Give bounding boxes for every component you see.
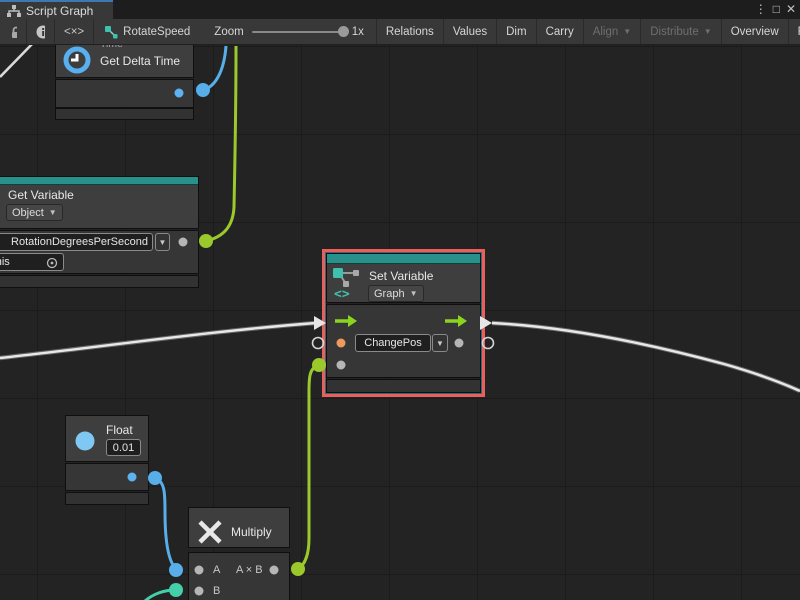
graph-asset-icon: [104, 25, 118, 39]
button-label: Distribute: [650, 26, 699, 38]
relations-button[interactable]: Relations: [376, 19, 443, 44]
proximity-port-right[interactable]: [483, 338, 494, 349]
window-menu-icon[interactable]: ⋮: [755, 0, 767, 19]
distribute-button[interactable]: Distribute ▼: [640, 19, 721, 44]
wire-endpoint-blue-top[interactable]: [196, 83, 210, 97]
zoom-label: Zoom: [214, 26, 243, 38]
zoom-slider-handle[interactable]: [338, 26, 349, 37]
zoom-slider[interactable]: [252, 31, 344, 33]
tab-bar: Script Graph ⋮ □ ✕: [0, 0, 800, 19]
proximity-port-left[interactable]: [313, 338, 324, 349]
dim-button[interactable]: Dim: [496, 19, 535, 44]
wire-endpoint-blue-multiply-a[interactable]: [169, 563, 183, 577]
overview-button[interactable]: Overview: [721, 19, 788, 44]
tab-script-graph[interactable]: Script Graph: [0, 0, 113, 19]
chevron-down-icon: ▼: [623, 27, 631, 36]
button-label: Relations: [386, 26, 434, 38]
window-controls: ⋮ □ ✕: [755, 0, 796, 19]
wire-endpoint-lime-multiply[interactable]: [291, 562, 305, 576]
values-button[interactable]: Values: [443, 19, 496, 44]
zoom-control: Zoom 1x: [214, 19, 364, 44]
wire-endpoint-blue-float[interactable]: [148, 471, 162, 485]
align-button[interactable]: Align ▼: [583, 19, 641, 44]
info-button[interactable]: [27, 19, 55, 44]
maximize-icon[interactable]: □: [773, 0, 780, 19]
code-preview-button[interactable]: <×>: [55, 19, 94, 44]
graph-toolbar: <×> RotateSpeed Zoom 1x Relations Values…: [0, 19, 800, 45]
flow-wire-arrowhead-left: [314, 316, 326, 330]
wire-endpoint-lime-getvariable[interactable]: [199, 234, 213, 248]
lock-button[interactable]: [0, 19, 27, 44]
button-label: Overview: [731, 26, 779, 38]
flow-wire-arrowhead-right: [480, 316, 492, 330]
graph-tab-icon: [7, 5, 21, 17]
info-icon: [36, 25, 45, 39]
zoom-value: 1x: [352, 26, 364, 38]
breadcrumb[interactable]: RotateSpeed: [94, 19, 200, 44]
lock-icon: [9, 25, 17, 39]
wire-endpoint-lime-setvariable[interactable]: [312, 358, 326, 372]
connection-endpoints-layer: [0, 0, 800, 600]
button-label: Values: [453, 26, 487, 38]
breadcrumb-label: RotateSpeed: [123, 26, 190, 38]
button-label: Carry: [546, 26, 574, 38]
toolbar-buttons: Relations Values Dim Carry Align ▼ Distr…: [376, 19, 800, 44]
button-label: Dim: [506, 26, 526, 38]
chevron-down-icon: ▼: [704, 27, 712, 36]
close-icon[interactable]: ✕: [786, 0, 796, 19]
script-graph-window: Time Get Delta Time Get Variable Object …: [0, 0, 800, 600]
wire-endpoint-teal-multiply-b[interactable]: [169, 583, 183, 597]
full-screen-button[interactable]: Full Screen: [788, 19, 800, 44]
button-label: Align: [593, 26, 619, 38]
tab-title: Script Graph: [26, 4, 93, 18]
carry-button[interactable]: Carry: [536, 19, 583, 44]
code-icon: <×>: [64, 26, 84, 38]
